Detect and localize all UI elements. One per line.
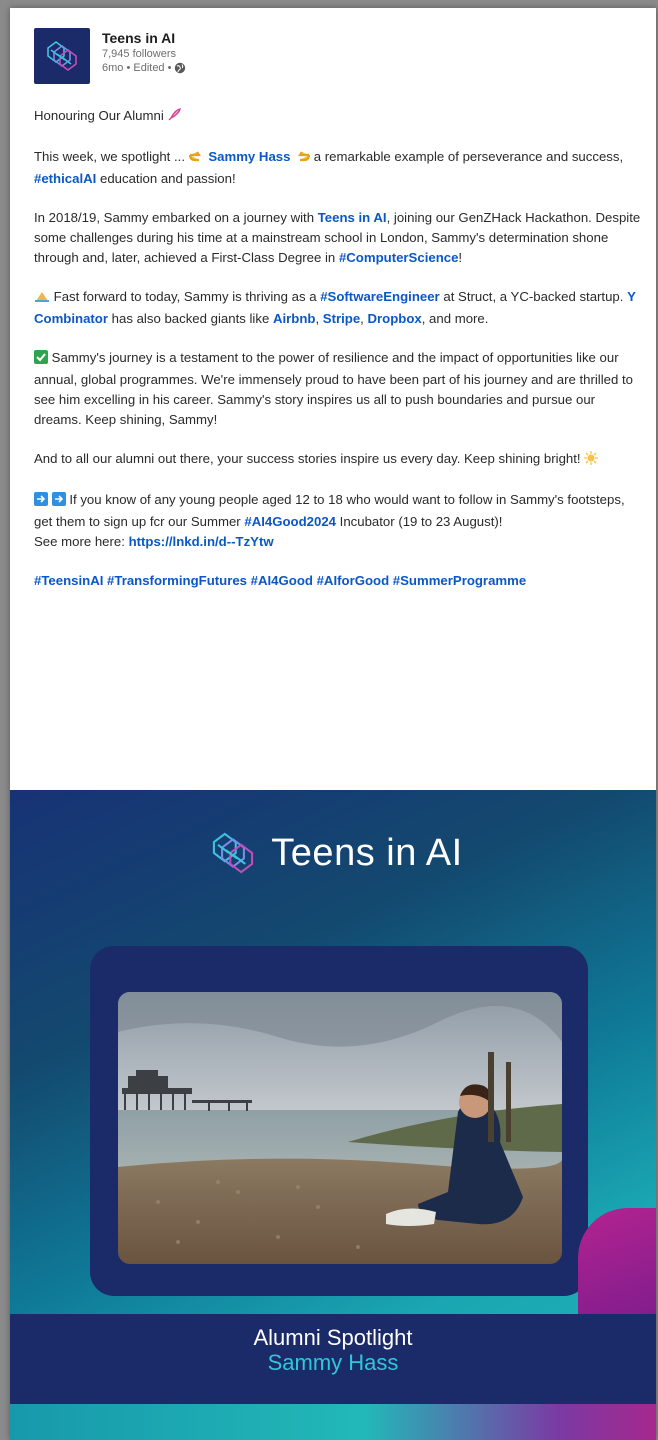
p6-text-b: Incubator (19 to 23 August)!	[339, 514, 503, 529]
paragraph-summer: If you know of any young people aged 12 …	[34, 490, 644, 552]
photo-frame	[90, 946, 588, 1296]
bottom-gradient-strip	[10, 1404, 656, 1440]
mention-stripe[interactable]: Stripe	[323, 311, 360, 326]
banner-logo: Teens in AI	[10, 818, 656, 888]
p3-text-d: , and more.	[421, 311, 489, 326]
paragraph-journey: In 2018/19, Sammy embarked on a journey …	[34, 208, 644, 268]
p1-text-c: education and passion!	[99, 171, 236, 186]
alumni-photo	[118, 992, 562, 1264]
p5-text: And to all our alumni out there, your su…	[34, 451, 581, 466]
org-name[interactable]: Teens in AI	[102, 30, 402, 47]
p2-text-c: !	[458, 250, 463, 265]
pointing-right-icon	[188, 149, 205, 169]
check-mark-icon	[34, 350, 48, 370]
teens-in-ai-logo[interactable]	[34, 28, 90, 84]
mention-sammy-hass[interactable]: Sammy Hass	[208, 149, 290, 164]
banner-brand: Teens in AI	[271, 831, 463, 874]
p4-text: Sammy's journey is a testament to the po…	[34, 350, 633, 427]
arrow-right-icon	[34, 492, 48, 512]
post-meta: 6mo • Edited •	[102, 62, 172, 74]
p2-text-a: In 2018/19, Sammy embarked on a journey …	[34, 210, 315, 225]
mention-teens-in-ai[interactable]: Teens in AI	[318, 210, 387, 225]
post-title: Honouring Our Alumni	[34, 108, 164, 123]
p3-text-c: has also backed giants like	[111, 311, 270, 326]
see-more-label: See more here:	[34, 534, 125, 549]
paragraph-today: Fast forward to today, Sammy is thriving…	[34, 289, 636, 326]
p3-text-a: Fast forward to today, Sammy is thriving…	[53, 289, 317, 304]
follower-count: 7,945 followers	[102, 48, 176, 60]
rocket-icon	[167, 107, 182, 128]
p3-text-b: at Struct, a YC-backed startup.	[443, 289, 624, 304]
hashtag-softwareengineer[interactable]: #SoftwareEngineer	[320, 289, 439, 304]
building-icon	[34, 289, 50, 309]
arrow-right-icon	[51, 492, 66, 512]
post-body: Honouring Our Alumni This week, we spotl…	[34, 106, 644, 610]
linkedin-post-card: Teens in AI 7,945 followers 6mo • Edited…	[10, 8, 656, 1440]
spotlight-name: Sammy Hass	[267, 1350, 399, 1375]
p1-text-b: a remarkable example of perseverance and…	[313, 149, 624, 164]
teens-in-ai-logo	[213, 832, 254, 874]
hashtag-computerscience[interactable]: #ComputerScience	[339, 250, 458, 265]
spotlight-title: Alumni Spotlight	[253, 1325, 413, 1350]
hashtag-ethicalai[interactable]: #ethicalAI	[34, 171, 96, 186]
mention-dropbox[interactable]: Dropbox	[368, 311, 422, 326]
globe-icon	[175, 62, 186, 74]
p1-text-a: This week, we spotlight ...	[34, 149, 185, 164]
paragraph-testament: Sammy's journey is a testament to the po…	[34, 348, 644, 430]
mention-airbnb[interactable]: Airbnb	[273, 311, 316, 326]
pointing-left-icon	[294, 149, 311, 169]
hashtag-list[interactable]: #TeensinAI #TransformingFutures #AI4Good…	[34, 571, 644, 591]
sparkle-icon	[584, 451, 599, 471]
paragraph-spotlight: This week, we spotlight ... Sammy Hass a…	[34, 147, 644, 189]
shortlink[interactable]: https://lnkd.in/d--TzYtw	[129, 534, 274, 549]
post-image-banner[interactable]: Teens in AI Alumni Spotlight Sammy Hass	[10, 790, 656, 1440]
hashtag-ai4good2024[interactable]: #AI4Good2024	[244, 514, 336, 529]
paragraph-alumni: And to all our alumni out there, your su…	[34, 449, 644, 471]
post-title-line: Honouring Our Alumni	[34, 106, 644, 128]
